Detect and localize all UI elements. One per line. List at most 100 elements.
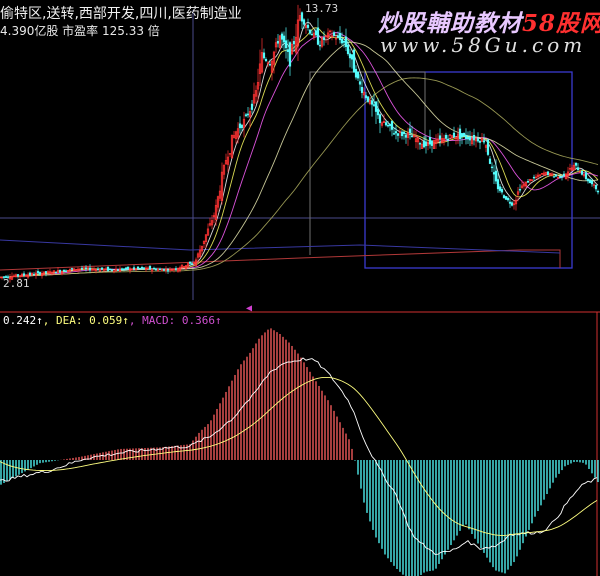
- candle-body: [386, 124, 390, 127]
- candle-body: [348, 53, 352, 59]
- candle-body: [154, 268, 158, 271]
- candle-body: [384, 122, 388, 126]
- candle-body: [286, 49, 290, 52]
- candle-body: [268, 63, 272, 66]
- candle-body: [376, 108, 380, 116]
- candle-body: [478, 140, 482, 143]
- candle-body: [264, 59, 268, 62]
- candle-body: [346, 44, 350, 54]
- candle-body: [262, 52, 266, 59]
- candle-body: [452, 132, 456, 138]
- candle-body: [244, 114, 248, 117]
- candle-body: [288, 42, 292, 67]
- candle-body: [106, 266, 110, 271]
- candle-body: [494, 170, 498, 182]
- candle-body: [446, 138, 450, 141]
- candle-body: [486, 139, 490, 155]
- ma20-line: [0, 32, 599, 278]
- candle-body: [418, 143, 422, 145]
- candle-body: [338, 32, 342, 41]
- candle-body: [240, 124, 244, 129]
- candle-body: [458, 128, 462, 139]
- chart-canvas[interactable]: [0, 0, 600, 576]
- candle-body: [340, 38, 344, 44]
- candle-body: [70, 268, 74, 270]
- range-box: [364, 71, 573, 269]
- candle-body: [188, 261, 192, 264]
- candle-body: [316, 27, 320, 45]
- candle-body: [586, 178, 590, 182]
- candle-body: [492, 172, 496, 175]
- candle-body: [460, 133, 464, 138]
- candle-body: [302, 19, 306, 25]
- candle-body: [350, 54, 354, 60]
- candle-body: [428, 137, 432, 145]
- ma10-line: [0, 27, 599, 278]
- candle-body: [364, 95, 368, 99]
- candle-body: [108, 268, 112, 271]
- candle-body: [576, 167, 580, 171]
- candle-body: [342, 40, 346, 43]
- candle-body: [496, 179, 500, 190]
- candle-body: [396, 133, 400, 136]
- candle-body: [408, 128, 412, 133]
- candle-body: [554, 174, 558, 177]
- candle-body: [498, 186, 502, 191]
- candle-body: [140, 266, 144, 269]
- candle-body: [560, 175, 564, 178]
- candle-body: [138, 267, 142, 270]
- candle-body: [318, 44, 322, 47]
- candle-body: [390, 120, 394, 130]
- candle-body: [58, 270, 62, 273]
- candle-body: [174, 268, 178, 270]
- cursor-marker-icon: ◀: [246, 303, 253, 314]
- dea-value: , DEA: 0.059↑: [42, 314, 129, 327]
- candle-body: [136, 266, 140, 269]
- candle-body: [292, 40, 296, 45]
- ma120-line: [0, 77, 599, 278]
- candle-body: [444, 134, 448, 139]
- candle-body: [246, 113, 250, 116]
- concept-tags: 偷特区,送转,西部开发,四川,医药制造业: [0, 6, 242, 22]
- candle-body: [64, 270, 68, 272]
- candle-body: [158, 268, 162, 271]
- price-low-label: 2.81: [3, 277, 30, 290]
- candle-body: [588, 179, 592, 184]
- candle-body: [280, 33, 284, 40]
- candle-body: [400, 131, 404, 137]
- candle-body: [366, 96, 370, 102]
- candle-body: [358, 81, 362, 85]
- candle-body: [132, 267, 136, 269]
- candle-body: [62, 269, 66, 272]
- candle-body: [500, 189, 504, 193]
- candle-body: [142, 267, 146, 270]
- candle-body: [110, 269, 114, 271]
- channel-line: [0, 239, 561, 254]
- candle-body: [148, 265, 152, 270]
- candle-body: [88, 267, 92, 271]
- candle-body: [468, 136, 472, 141]
- candle-body: [96, 268, 100, 271]
- candle-body: [54, 271, 58, 274]
- candle-body: [32, 273, 36, 276]
- candle-body: [504, 196, 508, 200]
- candle-body: [300, 12, 304, 22]
- candle-body: [594, 184, 598, 190]
- candle-body: [306, 24, 310, 28]
- candle-body: [162, 268, 166, 271]
- candle-body: [16, 274, 20, 277]
- candle-body: [166, 270, 170, 272]
- stock-chart-window: 偷特区,送转,西部开发,四川,医药制造业 4.390亿股 市盈率 125.33 …: [0, 0, 600, 576]
- candle-body: [394, 131, 398, 134]
- candle-body: [100, 267, 104, 270]
- candle-body: [336, 35, 340, 38]
- price-high-label: 13.73: [305, 2, 339, 15]
- candle-body: [388, 124, 392, 126]
- candle-body: [282, 35, 286, 43]
- candle-body: [590, 180, 594, 185]
- candle-body: [562, 173, 566, 176]
- candle-body: [80, 267, 84, 270]
- candle-body: [38, 272, 42, 275]
- candle-body: [508, 201, 512, 204]
- capital-pe-info: 4.390亿股 市盈率 125.33 倍: [0, 24, 160, 38]
